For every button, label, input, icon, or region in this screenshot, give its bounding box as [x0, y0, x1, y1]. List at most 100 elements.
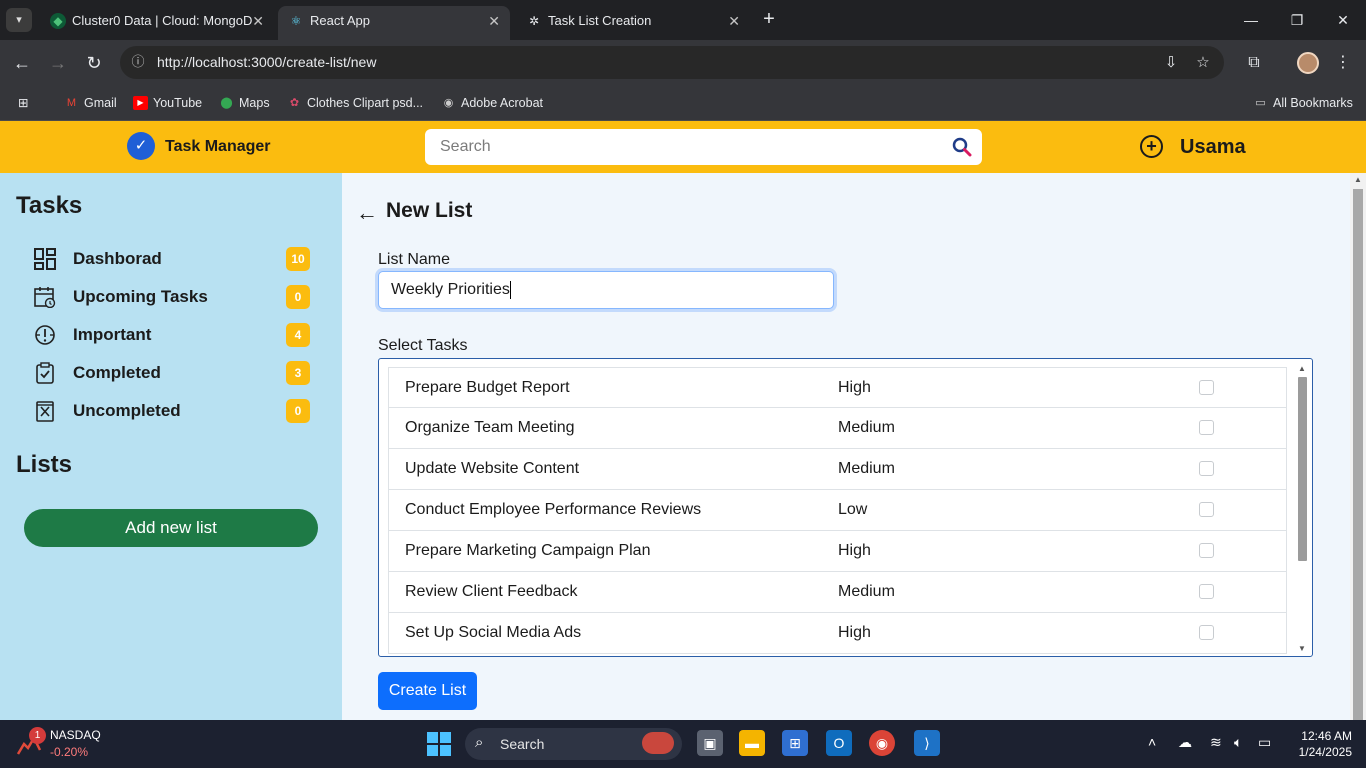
bookmark-star-icon[interactable]: ☆ — [1194, 54, 1212, 72]
scrollbar-thumb[interactable] — [1353, 189, 1363, 720]
forward-button[interactable]: → — [45, 50, 71, 76]
text-caret — [509, 280, 511, 299]
search-icon[interactable] — [952, 137, 972, 157]
extensions-icon[interactable]: ⧉ — [1243, 52, 1265, 74]
task-priority: Medium — [838, 460, 895, 477]
tab-search-button[interactable]: ▾ — [6, 8, 32, 32]
main-content: ← New List List Name Weekly Priorities S… — [342, 173, 1350, 720]
scroll-down-arrow-icon[interactable]: ▼ — [1296, 643, 1308, 655]
windows-taskbar: 1 NASDAQ -0.20% ⌕ Search ▣ ▬ ⊞ O ◉ ⟩ ˄ ☁… — [0, 720, 1366, 768]
task-name: Prepare Marketing Campaign Plan — [405, 542, 651, 559]
back-button[interactable]: ← — [9, 50, 35, 76]
task-row[interactable]: Set Up Social Media Ads High — [388, 613, 1287, 654]
sidebar-item-dashboard[interactable]: Dashborad 10 — [24, 244, 310, 274]
close-icon[interactable]: ✕ — [252, 6, 264, 36]
tab-task-list-creation[interactable]: ✲ Task List Creation ✕ — [516, 6, 750, 40]
bookmark-maps[interactable]: ⬤ Maps — [219, 92, 269, 114]
menu-icon[interactable]: ⋮ — [1332, 52, 1354, 74]
windows-start-icon[interactable] — [427, 732, 451, 756]
install-app-icon[interactable]: ⇩ — [1162, 54, 1180, 72]
site-info-icon[interactable]: ⓘ — [130, 54, 146, 70]
sidebar-item-upcoming-tasks[interactable]: Upcoming Tasks 0 — [24, 282, 310, 312]
task-checkbox[interactable] — [1199, 584, 1214, 599]
count-badge: 0 — [286, 399, 310, 423]
tray-chevron-up-icon[interactable]: ˄ — [1148, 734, 1156, 750]
task-row[interactable]: Organize Team Meeting Medium — [388, 408, 1287, 449]
bookmark-clothes-clipart[interactable]: ✿ Clothes Clipart psd... — [287, 92, 423, 114]
count-badge: 10 — [286, 247, 310, 271]
task-row[interactable]: Update Website Content Medium — [388, 449, 1287, 490]
task-checkbox[interactable] — [1199, 625, 1214, 640]
clock-time: 12:46 AM — [1301, 729, 1352, 743]
task-name: Prepare Budget Report — [405, 379, 570, 396]
bookmark-youtube[interactable]: ▶ YouTube — [133, 92, 202, 114]
task-row[interactable]: Review Client Feedback Medium — [388, 572, 1287, 613]
all-bookmarks[interactable]: ▭ All Bookmarks — [1253, 92, 1353, 114]
arrow-left-icon[interactable]: ← — [356, 200, 378, 226]
add-new-list-button[interactable]: Add new list — [24, 509, 318, 547]
task-row[interactable]: Conduct Employee Performance Reviews Low — [388, 490, 1287, 531]
scrollbar-thumb[interactable] — [1298, 377, 1307, 561]
volume-muted-icon[interactable]: 🔈︎ — [1234, 734, 1242, 751]
user-name[interactable]: Usama — [1180, 121, 1246, 173]
reload-button[interactable]: ↻ — [81, 50, 107, 76]
sidebar-item-uncompleted[interactable]: Uncompleted 0 — [24, 396, 310, 426]
chrome-icon[interactable]: ◉ — [869, 730, 895, 756]
bookmark-gmail[interactable]: M Gmail — [64, 92, 117, 114]
browser-toolbar: ← → ↻ ⓘ http://localhost:3000/create-lis… — [0, 40, 1366, 86]
task-row[interactable]: Prepare Marketing Campaign Plan High — [388, 531, 1287, 572]
close-icon[interactable]: ✕ — [728, 6, 740, 36]
important-icon — [35, 325, 55, 345]
tasks-select-box[interactable]: Prepare Budget Report High Organize Team … — [378, 358, 1313, 657]
list-name-input[interactable]: Weekly Priorities — [378, 271, 834, 309]
bookmarks-bar: ⊞ M Gmail ▶ YouTube ⬤ Maps ✿ Clothes Clipart… — [0, 86, 1366, 121]
page-scrollbar[interactable]: ▲ — [1350, 173, 1366, 720]
clipboard-check-icon — [36, 362, 54, 384]
tasks-scrollbar[interactable]: ▲ ▼ — [1296, 361, 1308, 655]
tab-title: Cluster0 Data | Cloud: MongoD — [72, 13, 253, 28]
sidebar-item-completed[interactable]: Completed 3 — [24, 358, 310, 388]
task-view-icon[interactable]: ▣ — [697, 730, 723, 756]
task-name: Conduct Employee Performance Reviews — [405, 501, 702, 518]
address-bar[interactable]: ⓘ http://localhost:3000/create-list/new … — [120, 46, 1224, 79]
sidebar-item-important[interactable]: Important 4 — [24, 320, 310, 350]
task-checkbox[interactable] — [1199, 502, 1214, 517]
vscode-icon[interactable]: ⟩ — [914, 730, 940, 756]
apps-grid-icon[interactable]: ⊞ — [18, 92, 28, 114]
task-checkbox[interactable] — [1199, 461, 1214, 476]
task-name: Set Up Social Media Ads — [405, 624, 582, 641]
task-checkbox[interactable] — [1199, 380, 1214, 395]
task-checkbox[interactable] — [1199, 420, 1214, 435]
onedrive-cloud-icon[interactable]: ☁ — [1178, 734, 1192, 751]
add-circle-icon[interactable]: + — [1140, 135, 1163, 158]
stock-name: NASDAQ — [50, 728, 101, 742]
system-clock[interactable]: 12:46 AM 1/24/2025 — [1282, 728, 1352, 760]
scroll-up-arrow-icon[interactable]: ▲ — [1350, 175, 1366, 187]
wifi-icon[interactable]: ≋ — [1210, 734, 1222, 751]
minimize-button[interactable]: — — [1228, 8, 1274, 32]
cake-widget-icon[interactable] — [642, 732, 674, 754]
tab-title: Task List Creation — [548, 13, 652, 28]
microsoft-store-icon[interactable]: ⊞ — [782, 730, 808, 756]
bookmark-adobe-acrobat[interactable]: ◉ Adobe Acrobat — [441, 92, 543, 114]
file-explorer-icon[interactable]: ▬ — [739, 730, 765, 756]
close-icon[interactable]: ✕ — [488, 6, 500, 36]
page-title: New List — [386, 199, 473, 222]
search-input[interactable] — [425, 129, 945, 165]
scroll-up-arrow-icon[interactable]: ▲ — [1296, 363, 1308, 375]
new-tab-button[interactable]: + — [758, 8, 780, 32]
task-row[interactable]: Prepare Budget Report High — [388, 367, 1287, 408]
tab-mongodb[interactable]: ◆ Cluster0 Data | Cloud: MongoD ✕ — [40, 6, 274, 40]
tasks-list: Prepare Budget Report High Organize Team … — [388, 367, 1287, 654]
profile-avatar[interactable] — [1297, 52, 1319, 74]
sidebar-item-label: Upcoming Tasks — [73, 287, 208, 306]
task-name: Review Client Feedback — [405, 583, 578, 600]
tab-react-app[interactable]: ⚛ React App ✕ — [278, 6, 510, 40]
battery-icon[interactable]: ▭ — [1258, 734, 1271, 751]
window-close-button[interactable]: ✕ — [1320, 8, 1366, 32]
task-checkbox[interactable] — [1199, 543, 1214, 558]
search-bar[interactable] — [425, 129, 982, 165]
create-list-button[interactable]: Create List — [378, 672, 477, 710]
outlook-icon[interactable]: O — [826, 730, 852, 756]
restore-button[interactable]: ❐ — [1274, 8, 1320, 32]
